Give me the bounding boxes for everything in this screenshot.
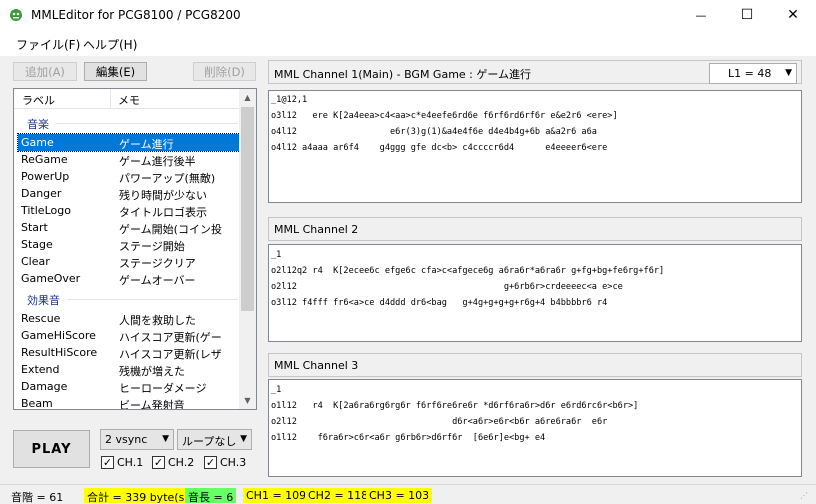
add-button[interactable]: 追加(A) [13, 62, 77, 81]
loop-select[interactable]: ループなし ▼ [177, 429, 252, 450]
channel-2-editor[interactable]: _1 o2l12q2 r4 K[2ecee6c efge6c cfa>c<afg… [268, 244, 802, 342]
header-label[interactable]: ラベル [22, 92, 55, 108]
chevron-down-icon: ▼ [785, 68, 792, 78]
status-ch3: CH3 = 103 [366, 488, 433, 503]
group-header-music: 音楽 [14, 114, 242, 132]
list-item[interactable]: Damage ヒーローダメージ [18, 378, 242, 395]
checkmark-icon: ✓ [204, 455, 217, 469]
list-scrollbar[interactable]: ▲ ▼ [239, 89, 256, 409]
title-bar: MMLEditor for PCG8100 / PCG8200 — ☐ ✕ [0, 0, 816, 30]
channel-1-editor[interactable]: _1@12,1 o3l12 ere K[2a4eea>c4<aa>c*e4eef… [268, 90, 802, 203]
minimize-icon: — [695, 8, 707, 22]
menu-help[interactable]: ヘルプ(H) [83, 36, 137, 53]
header-divider [110, 89, 111, 109]
list-item[interactable]: Game ゲーム進行 [17, 133, 243, 152]
window-title: MMLEditor for PCG8100 / PCG8200 [31, 8, 241, 22]
menu-file[interactable]: ファイル(F) [16, 36, 80, 53]
list-item[interactable]: Danger 残り時間が少ない [18, 185, 242, 202]
list-item[interactable]: GameHiScore ハイスコア更新(ゲー [18, 327, 242, 344]
group-header-sfx: 効果音 [14, 290, 242, 308]
channel-3-editor[interactable]: _1 o1l12 r4 K[2a6ra6rg6rg6r f6rf6re6re6r… [268, 379, 802, 477]
chevron-down-icon: ▼ [240, 434, 247, 444]
checkmark-icon: ✓ [101, 455, 114, 469]
group-divider [56, 123, 238, 124]
label-list[interactable]: ラベル メモ 音楽 Game ゲーム進行 ReGame ゲーム進行後半 PowerU… [13, 88, 257, 410]
ch2-checkbox[interactable]: ✓ CH.2 [152, 455, 194, 469]
group-label: 音楽 [27, 118, 49, 131]
list-item[interactable]: Start ゲーム開始(コイン投 [18, 219, 242, 236]
list-item[interactable]: Beam ビーム発射音 [18, 395, 242, 409]
list-item[interactable]: Clear ステージクリア [18, 253, 242, 270]
status-pitch: 音階 = 61 [11, 491, 64, 504]
scroll-down-icon[interactable]: ▼ [239, 392, 256, 409]
status-ch2: CH2 = 118 [305, 488, 372, 503]
status-length: 音長 = 6 [185, 488, 237, 504]
chevron-down-icon: ▼ [162, 434, 169, 444]
list-item[interactable]: Rescue 人間を救助した [18, 310, 242, 327]
list-header: ラベル メモ [14, 89, 242, 109]
channel-3-header: MML Channel 3 [268, 353, 802, 377]
resize-grip-icon[interactable]: ⋰ [800, 491, 808, 500]
app-icon [9, 8, 23, 22]
checkmark-icon: ✓ [152, 455, 165, 469]
list-item[interactable]: Extend 残機が増えた [18, 361, 242, 378]
close-icon: ✕ [787, 7, 799, 23]
status-total: 合計 = 339 byte(s) [84, 488, 192, 504]
list-item[interactable]: PowerUp パワーアップ(無敵) [18, 168, 242, 185]
ch1-checkbox[interactable]: ✓ CH.1 [101, 455, 143, 469]
status-ch1: CH1 = 109 [243, 488, 310, 503]
group-divider [68, 299, 238, 300]
list-item[interactable]: ResultHiScore ハイスコア更新(レザ [18, 344, 242, 361]
minimize-button[interactable]: — [678, 0, 724, 30]
scroll-thumb[interactable] [241, 107, 254, 311]
list-item[interactable]: ReGame ゲーム進行後半 [18, 151, 242, 168]
list-item[interactable]: TitleLogo タイトルロゴ表示 [18, 202, 242, 219]
list-item[interactable]: Stage ステージ開始 [18, 236, 242, 253]
delete-button[interactable]: 削除(D) [193, 62, 256, 81]
close-button[interactable]: ✕ [770, 0, 816, 30]
header-memo[interactable]: メモ [118, 92, 140, 108]
ch3-checkbox[interactable]: ✓ CH.3 [204, 455, 246, 469]
status-bar: 音階 = 61 合計 = 339 byte(s) 音長 = 6 CH1 = 10… [0, 484, 816, 504]
channel-2-header: MML Channel 2 [268, 217, 802, 241]
scroll-up-icon[interactable]: ▲ [239, 89, 256, 106]
vsync-select[interactable]: 2 vsync ▼ [100, 429, 174, 450]
group-label: 効果音 [27, 294, 60, 307]
maximize-button[interactable]: ☐ [724, 0, 770, 30]
length-select[interactable]: L1 = 48 ▼ [709, 63, 797, 84]
edit-button[interactable]: 編集(E) [84, 62, 147, 81]
list-item[interactable]: GameOver ゲームオーバー [18, 270, 242, 287]
maximize-icon: ☐ [740, 7, 754, 23]
play-button[interactable]: PLAY [13, 430, 90, 468]
